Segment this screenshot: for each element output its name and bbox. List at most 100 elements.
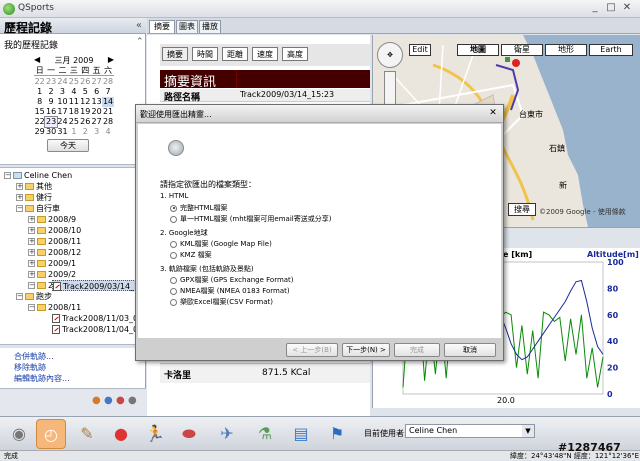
tree-node-bike[interactable]: − 自行車 (16, 203, 60, 214)
calendar-day[interactable]: 26 (80, 77, 91, 87)
tab-playback[interactable]: 播放 (199, 20, 221, 33)
tree-node-bike-month[interactable]: +2009/1 (28, 258, 76, 269)
close-button[interactable]: ✕ (620, 2, 634, 15)
calendar-day[interactable]: 1 (68, 127, 79, 137)
shoe-icon[interactable]: ⬬ (174, 419, 204, 449)
calendar-day[interactable]: 29 (34, 127, 45, 137)
calendar-next-icon[interactable]: ▶ (108, 55, 114, 64)
radio-icon[interactable] (170, 215, 177, 223)
calendar-day[interactable]: 10 (57, 97, 68, 107)
chart-book-icon[interactable]: ▤ (286, 419, 316, 449)
calendar-day[interactable]: 28 (102, 117, 113, 127)
tree-node-run-month[interactable]: − 2008/11 (28, 302, 81, 313)
flask-icon[interactable]: ⚗ (250, 419, 280, 449)
calendar-day[interactable]: 24 (57, 77, 68, 87)
calendar-day[interactable]: 16 (45, 107, 56, 117)
back-button[interactable]: < 上一步(B) (286, 343, 338, 357)
gps-person-icon[interactable]: ⚑ (322, 419, 352, 449)
calendar-day[interactable]: 31 (57, 127, 68, 137)
calendar-day[interactable]: 8 (34, 97, 45, 107)
tab-summary[interactable]: 摘要 (149, 20, 175, 33)
import-icon[interactable]: ● (104, 395, 113, 406)
calendar-day[interactable]: 27 (91, 77, 102, 87)
calendar-day[interactable]: 22 (34, 117, 45, 127)
calendar-day[interactable]: 24 (57, 117, 68, 127)
option-nmea[interactable]: NMEA檔案 (NMEA 0183 Format) (170, 286, 290, 296)
radio-icon[interactable] (170, 276, 177, 284)
option-csv[interactable]: 樂歐Excel檔案(CSV Format) (170, 297, 273, 307)
option-full-html[interactable]: 完整HTML檔案 (170, 203, 227, 213)
tree-node-track-selected[interactable]: Track2009/03/14_15:23 (52, 280, 146, 291)
calendar-day[interactable]: 23 (45, 77, 56, 87)
option-kmz[interactable]: KMZ 檔案 (170, 250, 212, 260)
subtab-altitude[interactable]: 高度 (282, 47, 308, 61)
collapse-icon[interactable]: − (4, 172, 11, 179)
radio-icon[interactable] (170, 287, 177, 295)
calendar-day[interactable]: 25 (68, 77, 79, 87)
calendar-day[interactable]: 25 (68, 117, 79, 127)
satellite-icon[interactable]: ✈ (212, 419, 242, 449)
expand-icon[interactable]: + (28, 249, 35, 256)
radio-selected-icon[interactable] (170, 204, 177, 212)
dialog-close-icon[interactable]: ✕ (487, 108, 499, 119)
tree-node-bike-month[interactable]: +2008/12 (28, 247, 81, 258)
calendar-day[interactable]: 21 (102, 107, 113, 117)
calendar-day[interactable]: 12 (80, 97, 91, 107)
calendar-day[interactable]: 22 (34, 77, 45, 87)
calendar-prev-icon[interactable]: ◀ (34, 55, 40, 64)
calendar-day[interactable]: 6 (91, 87, 102, 97)
map-type-terrain[interactable]: 地形 (545, 44, 587, 56)
collapse-icon[interactable]: − (16, 293, 23, 300)
collapse-icon[interactable]: − (16, 205, 23, 212)
tab-chart[interactable]: 圖表 (176, 20, 198, 33)
panel-splitter[interactable] (0, 344, 146, 348)
calendar-day[interactable]: 1 (34, 87, 45, 97)
expand-icon[interactable]: + (28, 260, 35, 267)
collapse-left-icon[interactable]: « (136, 20, 142, 31)
calendar-day[interactable]: 3 (57, 87, 68, 97)
map-pan-control-icon[interactable]: ✥ (377, 42, 403, 68)
calendar-day[interactable]: 18 (68, 107, 79, 117)
tree-node-bike-month[interactable]: +2008/11 (28, 236, 81, 247)
current-user-select[interactable]: Celine Chen ▼ (405, 424, 535, 438)
map-edit-button[interactable]: Edit (409, 44, 431, 56)
calendar-day[interactable]: 2 (45, 87, 56, 97)
calendar-day[interactable]: 23 (44, 116, 58, 128)
map-type-earth[interactable]: Earth (589, 44, 633, 56)
tree-node-hike[interactable]: + 健行 (16, 192, 52, 203)
export-icon[interactable]: ● (92, 395, 101, 406)
calendar-day[interactable]: 2 (80, 127, 91, 137)
map-search-button[interactable]: 搜尋 (508, 203, 536, 216)
tree-node-track[interactable]: Track2008/11/04_09:2 (52, 324, 146, 335)
calendar-day[interactable]: 4 (68, 87, 79, 97)
map-type-map[interactable]: 地圖 (457, 44, 499, 56)
calendar-day[interactable]: 17 (57, 107, 68, 117)
minimize-button[interactable]: _ (588, 2, 602, 15)
calendar-day[interactable]: 30 (45, 127, 56, 137)
calendar-day[interactable]: 26 (80, 117, 91, 127)
calendar-day[interactable]: 7 (102, 87, 113, 97)
calendar-day[interactable]: 4 (102, 127, 113, 137)
expand-icon[interactable]: + (28, 227, 35, 234)
today-button[interactable]: 今天 (47, 139, 89, 152)
tree-node-root[interactable]: − Celine Chen (4, 170, 72, 181)
collapse-icon[interactable]: − (28, 304, 35, 311)
expand-icon[interactable]: + (16, 183, 23, 190)
expand-icon[interactable]: + (28, 216, 35, 223)
apple-icon[interactable]: ● (106, 419, 136, 449)
subtab-summary[interactable]: 摘要 (162, 47, 188, 61)
remove-track-link[interactable]: 移除軌跡 (14, 362, 46, 373)
radio-icon[interactable] (170, 298, 177, 306)
calendar-day[interactable]: 19 (80, 107, 91, 117)
calendar-day[interactable]: 9 (45, 97, 56, 107)
merge-tracks-link[interactable]: 合併軌跡... (14, 351, 54, 362)
calendar-day[interactable]: 28 (102, 77, 113, 87)
expand-icon[interactable]: + (16, 194, 23, 201)
expand-icon[interactable]: + (28, 238, 35, 245)
calendar-day[interactable]: 5 (80, 87, 91, 97)
option-kml[interactable]: KML檔案 (Google Map File) (170, 239, 272, 249)
calendar-day[interactable]: 15 (34, 107, 45, 117)
tree-node-bike-month[interactable]: +2008/9 (28, 214, 76, 225)
subtab-distance[interactable]: 距離 (222, 47, 248, 61)
chevron-down-icon[interactable]: ▼ (522, 425, 534, 437)
